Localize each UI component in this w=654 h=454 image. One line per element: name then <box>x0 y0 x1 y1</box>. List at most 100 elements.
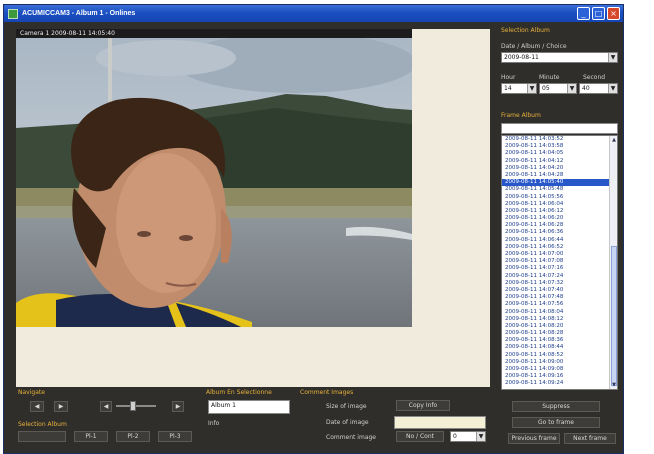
chevron-down-icon: ▼ <box>608 53 617 62</box>
date-select-value: 2009-08-11 <box>504 54 539 61</box>
album-selected-heading: Album En Selectionne <box>206 389 272 396</box>
frame-list-item[interactable]: 2009-08-11 14:09:16 <box>502 373 617 380</box>
app-icon <box>8 8 18 19</box>
frame-list-item[interactable]: 2009-08-11 14:04:12 <box>502 158 617 165</box>
frame-list-item[interactable]: 2009-08-11 14:07:32 <box>502 280 617 287</box>
frame-list-item[interactable]: 2009-08-11 14:08:28 <box>502 330 617 337</box>
frame-list-item[interactable]: 2009-08-11 14:09:24 <box>502 380 617 387</box>
chevron-down-icon: ▼ <box>527 84 536 93</box>
comment-image-label: Comment image <box>326 434 376 441</box>
close-button[interactable]: × <box>607 7 620 20</box>
frame-list-item[interactable]: 2009-08-11 14:04:05 <box>502 150 617 157</box>
playback-slider-thumb[interactable] <box>130 401 136 411</box>
suppress-button[interactable]: Suppress <box>512 401 600 412</box>
album-field[interactable]: Album 1 <box>208 400 290 414</box>
date-of-image-label: Date of image <box>326 419 369 426</box>
frame-list-item[interactable]: 2009-08-11 14:06:20 <box>502 215 617 222</box>
video-frame <box>16 38 412 327</box>
minimize-button[interactable]: _ <box>577 7 590 20</box>
scrollbar-thumb[interactable] <box>611 246 617 386</box>
copy-info-button[interactable]: Copy Info <box>396 400 450 411</box>
frame-list-item[interactable]: 2009-08-11 14:07:48 <box>502 294 617 301</box>
maximize-button[interactable]: □ <box>592 7 605 20</box>
second-label: Second <box>583 74 606 81</box>
chevron-down-icon: ▼ <box>476 432 485 441</box>
frame-list-item[interactable]: 2009-08-11 14:06:28 <box>502 222 617 229</box>
frames-group-heading: Frame Album <box>501 112 541 119</box>
frame-list-item[interactable]: 2009-08-11 14:08:12 <box>502 316 617 323</box>
camera-timestamp-label: Camera 1 2009-08-11 14:05:40 <box>16 29 412 38</box>
date-group-heading: Selection Album <box>501 27 550 34</box>
frame-list-item[interactable]: 2009-08-11 14:07:00 <box>502 251 617 258</box>
scroll-up-icon[interactable]: ▲ <box>610 136 617 144</box>
playback-slider-track[interactable] <box>116 405 156 407</box>
frame-list-item[interactable]: 2009-08-11 14:04:20 <box>502 165 617 172</box>
comment-select[interactable]: 0 ▼ <box>450 431 486 442</box>
frame-list-item[interactable]: 2009-08-11 14:07:56 <box>502 301 617 308</box>
frame-list-item[interactable]: 2009-08-11 14:05:56 <box>502 194 617 201</box>
speed-button-default[interactable] <box>18 431 66 442</box>
frame-list-item[interactable]: 2009-08-11 14:03:58 <box>502 143 617 150</box>
image-viewer: Camera 1 2009-08-11 14:05:40 <box>16 29 490 387</box>
frame-list-item[interactable]: 2009-08-11 14:07:16 <box>502 265 617 272</box>
bottom-controls: Navigate ◀ ▶ ◀ ▶ Selection Album Pl-1 Pl… <box>4 389 623 449</box>
speed-button-2[interactable]: Pl-2 <box>116 431 150 442</box>
next-frame-text-button[interactable]: Next frame <box>564 433 616 444</box>
speed-heading: Selection Album <box>18 421 67 428</box>
frame-list-item[interactable]: 2009-08-11 14:08:52 <box>502 352 617 359</box>
fast-forward-button[interactable]: ▶ <box>172 401 184 412</box>
speed-button-1[interactable]: Pl-1 <box>74 431 108 442</box>
frame-list-item[interactable]: 2009-08-11 14:06:12 <box>502 208 617 215</box>
chevron-down-icon: ▼ <box>567 84 576 93</box>
date-of-image-field[interactable] <box>394 416 486 429</box>
frame-list-item[interactable]: 2009-08-11 14:08:20 <box>502 323 617 330</box>
hour-label: Hour <box>501 74 516 81</box>
frame-list-scrollbar[interactable]: ▲ ▼ <box>609 136 617 389</box>
scroll-down-icon[interactable]: ▼ <box>610 381 617 389</box>
navigate-heading: Navigate <box>18 389 45 396</box>
frame-list-item[interactable]: 2009-08-11 14:04:28 <box>502 172 617 179</box>
frame-list-item[interactable]: 2009-08-11 14:07:24 <box>502 273 617 280</box>
speed-button-3[interactable]: Pl-3 <box>158 431 192 442</box>
frame-list-item[interactable]: 2009-08-11 14:07:08 <box>502 258 617 265</box>
frame-rows: 2009-08-11 14:03:52 2009-08-11 14:03:58 20… <box>502 136 617 388</box>
go-to-frame-button[interactable]: Go to frame <box>512 417 600 428</box>
next-frame-button[interactable]: ▶ <box>54 401 68 412</box>
frame-list[interactable]: 2009-08-11 14:03:52 2009-08-11 14:03:58 20… <box>501 135 618 390</box>
minute-select[interactable]: 05 ▼ <box>539 83 577 94</box>
title-bar: ACUMICCAM3 - Album 1 - Onlines _ □ × <box>4 5 623 22</box>
info-label: Info <box>208 420 220 427</box>
rewind-button[interactable]: ◀ <box>100 401 112 412</box>
hour-select[interactable]: 14 ▼ <box>501 83 537 94</box>
minute-select-value: 05 <box>542 85 550 92</box>
second-select-value: 40 <box>582 85 590 92</box>
frame-list-item[interactable]: 2009-08-11 14:06:44 <box>502 237 617 244</box>
size-of-image-label: Size of image <box>326 403 367 410</box>
frame-list-item[interactable]: 2009-08-11 14:03:52 <box>502 136 617 143</box>
frame-search-input[interactable] <box>501 123 618 134</box>
comment-select-value: 0 <box>453 433 457 440</box>
frame-list-item[interactable]: 2009-08-11 14:05:40 <box>502 179 617 187</box>
no-cont-button[interactable]: No / Cont <box>396 431 444 442</box>
previous-frame-button[interactable]: ◀ <box>30 401 44 412</box>
date-select[interactable]: 2009-08-11 ▼ <box>501 52 618 63</box>
frame-list-item[interactable]: 2009-08-11 14:08:44 <box>502 344 617 351</box>
frame-list-item[interactable]: 2009-08-11 14:05:48 <box>502 186 617 193</box>
previous-frame-text-button[interactable]: Previous frame <box>508 433 560 444</box>
frame-list-item[interactable]: 2009-08-11 14:06:52 <box>502 244 617 251</box>
frame-list-item[interactable]: 2009-08-11 14:08:04 <box>502 309 617 316</box>
date-label: Date / Album / Choice <box>501 43 567 50</box>
second-select[interactable]: 40 ▼ <box>579 83 618 94</box>
frame-list-item[interactable]: 2009-08-11 14:08:36 <box>502 337 617 344</box>
frame-list-item[interactable]: 2009-08-11 14:09:08 <box>502 366 617 373</box>
comments-heading: Comment Images <box>300 389 354 396</box>
album-field-value: Album 1 <box>211 402 236 409</box>
hour-select-value: 14 <box>504 85 512 92</box>
frame-list-item[interactable]: 2009-08-11 14:06:36 <box>502 229 617 236</box>
window-title: ACUMICCAM3 - Album 1 - Onlines <box>22 10 136 17</box>
camera-photo <box>16 38 412 327</box>
minute-label: Minute <box>539 74 560 81</box>
frame-list-item[interactable]: 2009-08-11 14:06:04 <box>502 201 617 208</box>
frame-list-item[interactable]: 2009-08-11 14:09:00 <box>502 359 617 366</box>
frame-list-item[interactable]: 2009-08-11 14:07:40 <box>502 287 617 294</box>
